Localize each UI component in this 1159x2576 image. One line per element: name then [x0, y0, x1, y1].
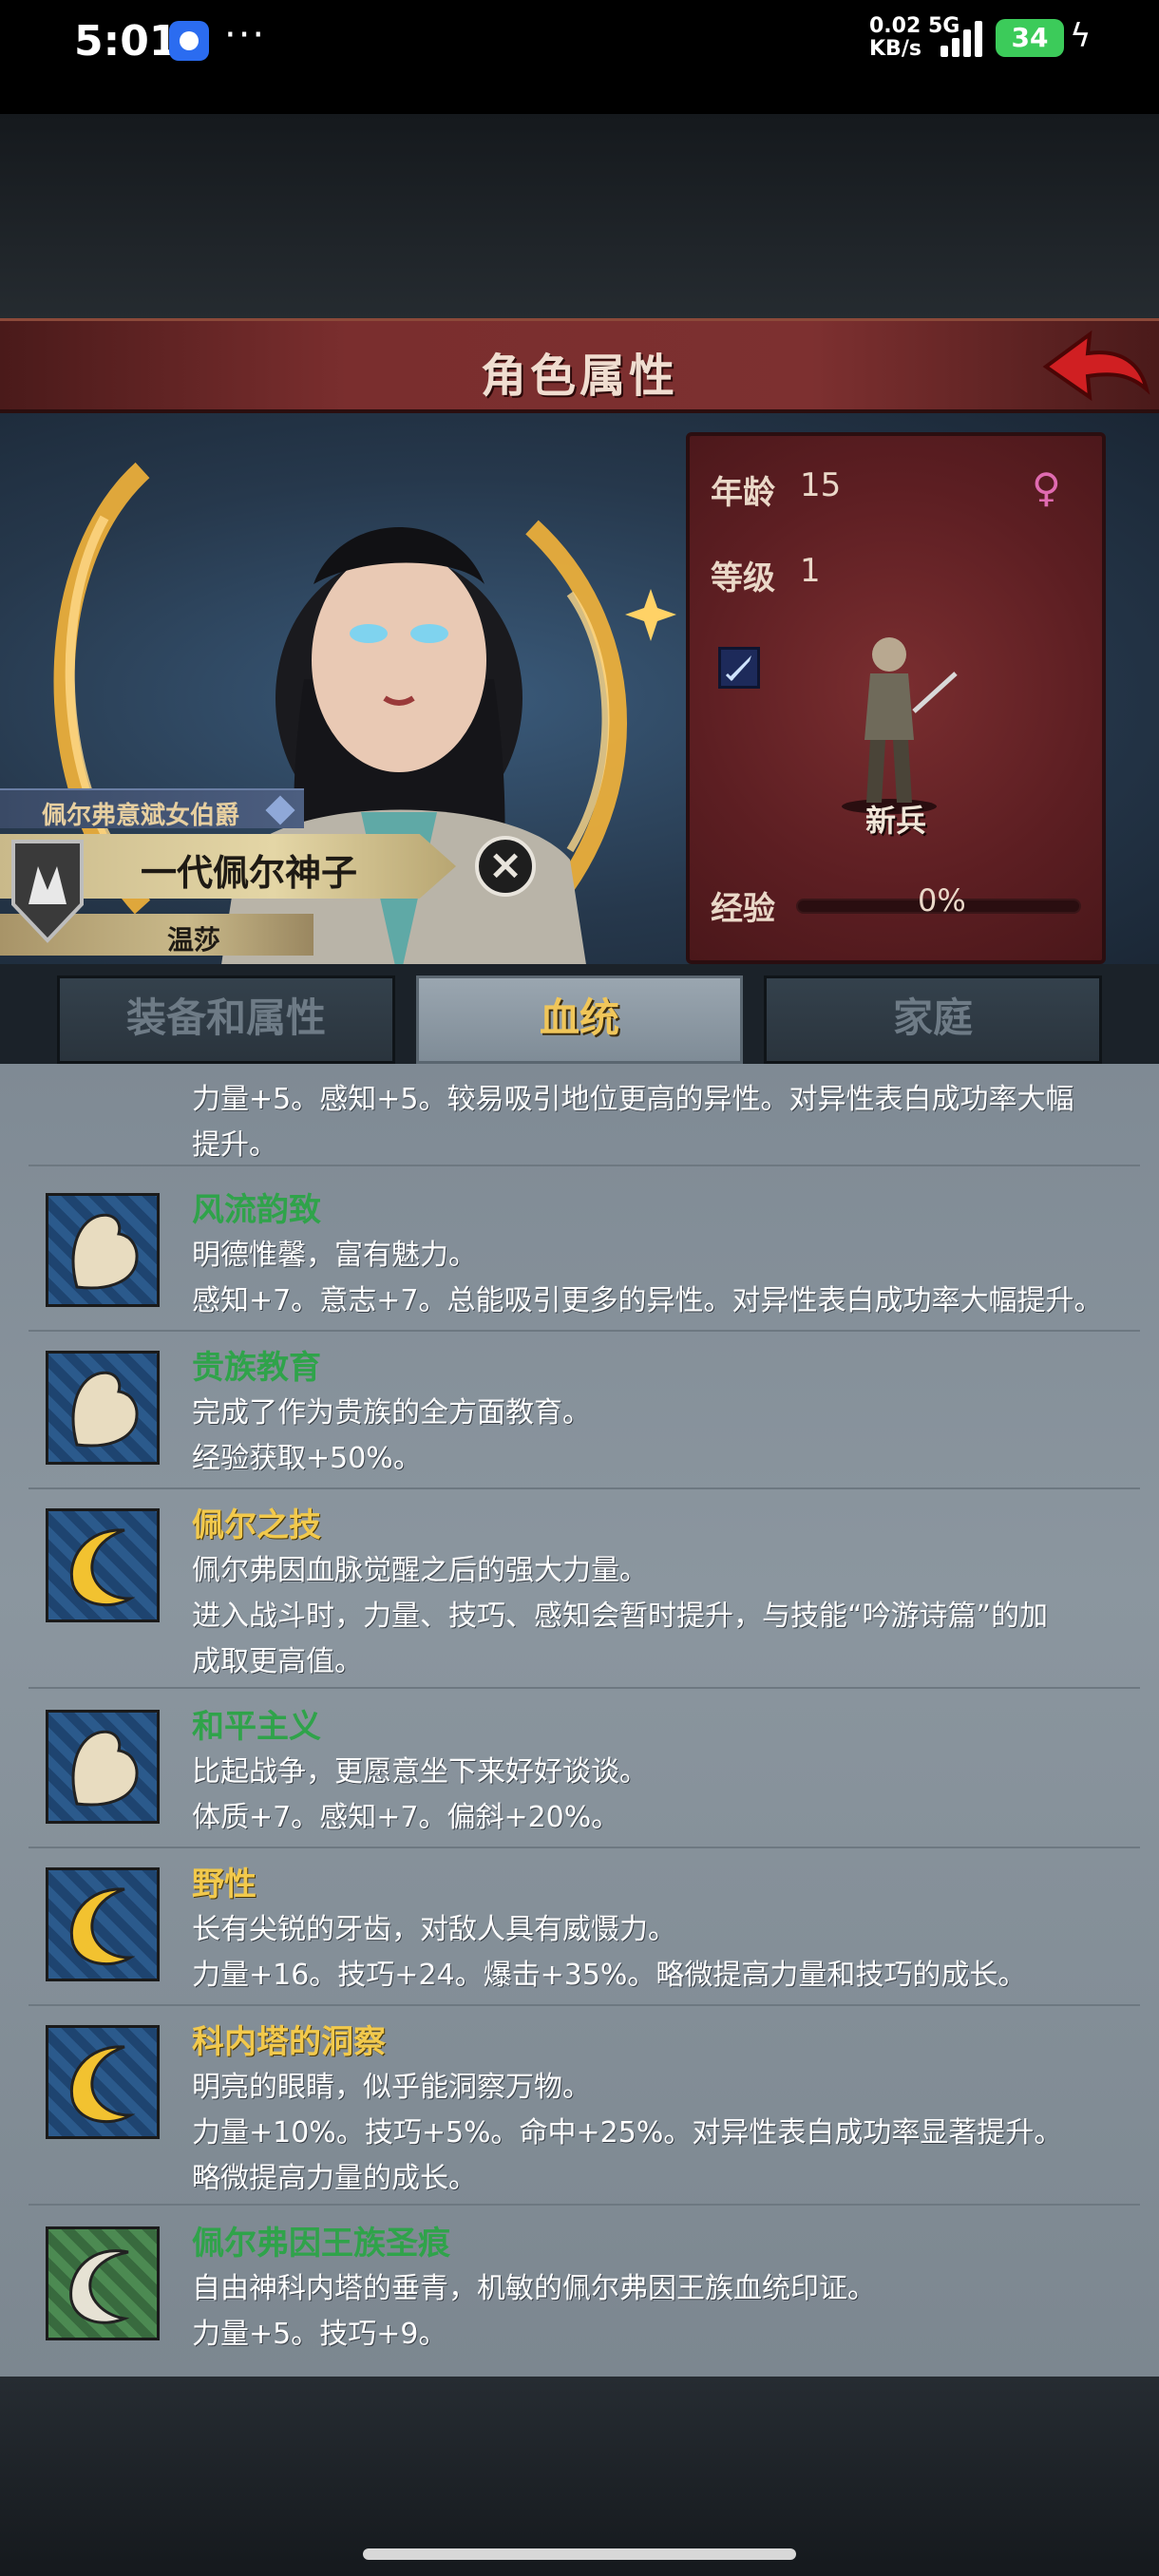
- trait-line: 提升。: [192, 1128, 277, 1162]
- trait-list[interactable]: 力量+5。感知+5。较易吸引地位更高的异性。对异性表白成功率大幅 提升。 风流韵…: [0, 1064, 1159, 2377]
- bottom-backdrop: [0, 2377, 1159, 2576]
- sword-class-icon[interactable]: [718, 647, 760, 689]
- arm-icon: [46, 1710, 160, 1824]
- stat-panel: 年龄 15 ♀ 等级 1 新兵 经验 0%: [686, 432, 1106, 964]
- page-title: 角色属性: [480, 350, 678, 403]
- status-bar: 5:01 ··· 0.02 5G KB/s 34 ϟ: [0, 0, 1159, 114]
- list-item: 贵族教育 完成了作为贵族的全方面教育。 经验获取+50%。: [28, 1341, 1140, 1489]
- net-speed-unit: KB/s: [869, 37, 922, 61]
- rank-diamond-icon: [265, 795, 295, 825]
- level-label: 等级: [711, 559, 775, 597]
- trait-line: 略微提高力量的成长。: [192, 2162, 477, 2195]
- signal-icon: [940, 19, 986, 57]
- trait-line: 力量+5。感知+5。较易吸引地位更高的异性。对异性表白成功率大幅: [192, 1083, 1074, 1116]
- tab-equipment[interactable]: 装备和属性: [57, 975, 395, 1064]
- trait-name: 佩尔弗因王族圣痕: [192, 2225, 450, 2263]
- title-bar: 角色属性: [0, 318, 1159, 413]
- crescent-icon: [46, 2226, 160, 2340]
- list-item: 力量+5。感知+5。较易吸引地位更高的异性。对异性表白成功率大幅 提升。: [28, 1064, 1140, 1166]
- list-item: 和平主义 比起战争，更愿意坐下来好好谈谈。 体质+7。感知+7。偏斜+20%。: [28, 1700, 1140, 1848]
- title-rank-plate: 佩尔弗意斌女伯爵: [0, 788, 304, 830]
- title-rank: 佩尔弗意斌女伯爵: [42, 802, 240, 830]
- trait-line: 自由神科内塔的垂青，机敏的佩尔弗因王族血统印证。: [192, 2272, 876, 2305]
- given-name: 温莎: [167, 924, 221, 956]
- top-backdrop: [0, 114, 1159, 318]
- trait-line: 力量+16。技巧+24。爆击+35%。略微提高力量和技巧的成长。: [192, 1959, 1027, 1992]
- list-item: 风流韵致 明德惟馨，富有魅力。 感知+7。意志+7。总能吸引更多的异性。对异性表…: [28, 1184, 1140, 1332]
- trait-line: 感知+7。意志+7。总能吸引更多的异性。对异性表白成功率大幅提升。: [192, 1284, 1103, 1317]
- trait-line: 成取更高值。: [192, 1645, 363, 1678]
- list-item: 佩尔之技 佩尔弗因血脉觉醒之后的强大力量。 进入战斗时，力量、技巧、感知会暂时提…: [28, 1499, 1140, 1689]
- trait-line: 进入战斗时，力量、技巧、感知会暂时提升，与技能“吟游诗篇”的加: [192, 1600, 1049, 1633]
- net-speed-value: 0.02: [869, 14, 922, 38]
- back-arrow-icon: [1042, 330, 1150, 402]
- arm-icon: [46, 1193, 160, 1307]
- remove-button[interactable]: ×: [475, 836, 536, 897]
- trait-line: 明德惟馨，富有魅力。: [192, 1239, 477, 1272]
- home-indicator[interactable]: [363, 2548, 796, 2560]
- trait-line: 体质+7。感知+7。偏斜+20%。: [192, 1801, 620, 1834]
- arm-icon: [46, 1351, 160, 1465]
- trait-name: 佩尔之技: [192, 1506, 321, 1544]
- house-shield-icon: [11, 840, 84, 943]
- exp-label: 经验: [711, 890, 775, 928]
- back-button[interactable]: [1040, 321, 1154, 416]
- level-value: 1: [800, 552, 821, 590]
- list-item: 佩尔弗因王族圣痕 自由神科内塔的垂青，机敏的佩尔弗因王族血统印证。 力量+5。技…: [28, 2217, 1140, 2365]
- moon-icon: [46, 2025, 160, 2139]
- age-label: 年龄: [711, 474, 775, 512]
- unit-class-name: 新兵: [864, 803, 926, 839]
- tab-family[interactable]: 家庭: [764, 975, 1102, 1064]
- exp-value: 0%: [918, 882, 966, 919]
- trait-name: 风流韵致: [192, 1191, 321, 1229]
- moon-icon: [46, 1867, 160, 1981]
- trait-line: 力量+10%。技巧+5%。命中+25%。对异性表白成功率显著提升。: [192, 2116, 1063, 2150]
- female-icon: ♀: [1032, 464, 1061, 511]
- trait-line: 比起战争，更愿意坐下来好好谈谈。: [192, 1755, 648, 1789]
- tab-bar: 装备和属性 血统 家庭: [0, 964, 1159, 1064]
- charging-icon: ϟ: [1070, 17, 1092, 55]
- character-name: 一代佩尔神子: [141, 852, 358, 894]
- tab-bloodline[interactable]: 血统: [416, 975, 743, 1064]
- trait-line: 长有尖锐的牙齿，对敌人具有威慑力。: [192, 1913, 676, 1946]
- trait-line: 佩尔弗因血脉觉醒之后的强大力量。: [192, 1554, 648, 1587]
- trait-name: 科内塔的洞察: [192, 2023, 386, 2061]
- battery-icon: 34: [996, 19, 1064, 57]
- age-value: 15: [800, 466, 842, 504]
- trait-line: 力量+5。技巧+9。: [192, 2318, 447, 2351]
- list-item: 野性 长有尖锐的牙齿，对敌人具有威慑力。 力量+16。技巧+24。爆击+35%。…: [28, 1858, 1140, 2006]
- trait-line: 完成了作为贵族的全方面教育。: [192, 1396, 591, 1430]
- trait-name: 和平主义: [192, 1708, 321, 1746]
- trait-line: 明亮的眼睛，似乎能洞察万物。: [192, 2071, 591, 2104]
- status-time: 5:01: [74, 17, 179, 66]
- trait-line: 经验获取+50%。: [192, 1442, 422, 1475]
- recruit-figure: [842, 637, 958, 814]
- more-notifications-icon: ···: [224, 13, 267, 57]
- trait-name: 贵族教育: [192, 1349, 321, 1387]
- moon-icon: [46, 1508, 160, 1622]
- app-notification-icon: [169, 21, 209, 61]
- trait-name: 野性: [192, 1866, 256, 1904]
- list-item: 科内塔的洞察 明亮的眼睛，似乎能洞察万物。 力量+10%。技巧+5%。命中+25…: [28, 2016, 1140, 2206]
